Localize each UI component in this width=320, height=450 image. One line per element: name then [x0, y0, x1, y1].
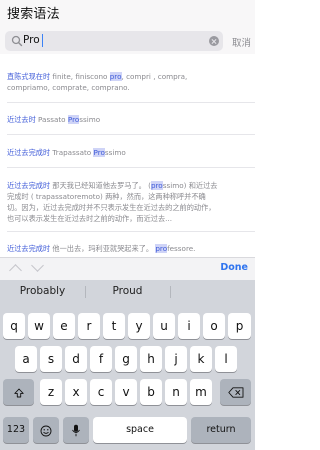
key-p[interactable]: p: [228, 313, 251, 339]
suggestion-2[interactable]: Proud: [85, 285, 170, 297]
match-highlight: Pro: [93, 148, 105, 157]
search-icon: [11, 35, 23, 47]
microphone-key[interactable]: [63, 417, 89, 443]
tense-tag: 直陈式现在时: [7, 72, 51, 81]
key-j[interactable]: j: [165, 346, 187, 372]
key-g[interactable]: g: [115, 346, 137, 372]
search-bar: Pro 取消: [0, 28, 255, 54]
key-n[interactable]: n: [165, 379, 187, 405]
emoji-key[interactable]: [33, 417, 59, 443]
list-item[interactable]: 近过去完成时 他一出去，玛利亚就哭起来了。 professore.: [7, 243, 247, 254]
key-u[interactable]: u: [153, 313, 175, 339]
shift-key[interactable]: [3, 379, 34, 405]
list-item[interactable]: 近过去完成时 那天我已经知道他去罗马了。 (prossimo) 和近过去 完成时…: [7, 180, 247, 224]
list-item[interactable]: 直陈式现在时 finite, finiscono pro, compri , c…: [7, 71, 247, 93]
chevron-down-icon[interactable]: [31, 259, 44, 272]
tense-tag: 近过去完成时: [7, 148, 51, 157]
tense-tag: 近过去时: [7, 115, 36, 124]
key-r[interactable]: r: [78, 313, 100, 339]
key-o[interactable]: o: [203, 313, 225, 339]
divider: [7, 102, 255, 103]
key-i[interactable]: i: [178, 313, 200, 339]
key-t[interactable]: t: [103, 313, 125, 339]
search-field[interactable]: Pro: [5, 31, 223, 51]
text-cursor: [42, 34, 43, 47]
key-h[interactable]: h: [140, 346, 162, 372]
chevron-up-icon[interactable]: [9, 264, 22, 277]
key-q[interactable]: q: [3, 313, 25, 339]
nav-header: 搜索语法: [0, 0, 255, 28]
backspace-key[interactable]: [220, 379, 251, 405]
tense-tag: 近过去完成时: [7, 244, 51, 253]
key-k[interactable]: k: [190, 346, 212, 372]
key-b[interactable]: b: [140, 379, 162, 405]
key-c[interactable]: c: [90, 379, 112, 405]
suggestion-bar: Probably Proud: [0, 280, 255, 304]
tense-tag: 近过去完成时: [7, 181, 51, 190]
divider: [7, 134, 255, 135]
numbers-key[interactable]: 123: [3, 417, 29, 443]
microphone-icon: [72, 424, 80, 437]
keyboard: Probably Proud q w e r t y u i o p a s d…: [0, 280, 255, 450]
key-s[interactable]: s: [40, 346, 62, 372]
search-input[interactable]: Pro: [23, 34, 40, 46]
key-l[interactable]: l: [215, 346, 237, 372]
list-item[interactable]: 近过去时 Passato Prossimo: [7, 114, 247, 125]
match-highlight: pro: [150, 181, 163, 190]
key-z[interactable]: z: [40, 379, 62, 405]
keyboard-accessory-bar: Done: [0, 257, 255, 280]
key-f[interactable]: f: [90, 346, 112, 372]
page-title: 搜索语法: [7, 7, 60, 22]
return-key[interactable]: return: [191, 417, 251, 443]
divider: [7, 231, 255, 232]
suggestion-1[interactable]: Probably: [0, 285, 85, 297]
key-e[interactable]: e: [53, 313, 75, 339]
match-highlight: pro: [109, 72, 122, 81]
cancel-button[interactable]: 取消: [232, 35, 251, 49]
emoji-icon: [40, 425, 52, 436]
key-m[interactable]: m: [190, 379, 212, 405]
key-v[interactable]: v: [115, 379, 137, 405]
list-item[interactable]: 近过去完成时 Trapassato Prossimo: [7, 147, 247, 158]
results-list: 直陈式现在时 finite, finiscono pro, compri , c…: [0, 56, 255, 256]
match-highlight: Pro: [67, 115, 80, 124]
backspace-icon: [227, 387, 243, 398]
key-w[interactable]: w: [28, 313, 50, 339]
divider: [7, 167, 255, 168]
space-key[interactable]: space: [93, 417, 187, 443]
key-d[interactable]: d: [65, 346, 87, 372]
divider: [170, 286, 171, 298]
key-x[interactable]: x: [65, 379, 87, 405]
clear-icon[interactable]: [209, 36, 219, 46]
key-a[interactable]: a: [15, 346, 37, 372]
done-button[interactable]: Done: [220, 262, 248, 273]
match-highlight: pro: [155, 244, 168, 253]
key-y[interactable]: y: [128, 313, 150, 339]
shift-icon: [13, 388, 24, 397]
